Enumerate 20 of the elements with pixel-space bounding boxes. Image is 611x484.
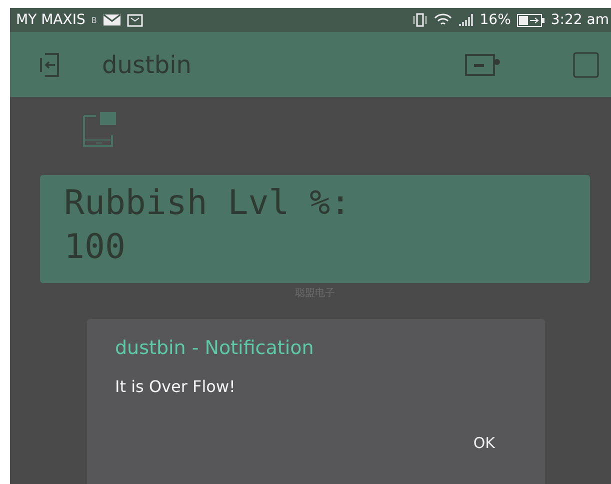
- signal-icon: [458, 13, 474, 27]
- mail-icon: [102, 14, 121, 26]
- battery-icon: [516, 14, 545, 26]
- lcd-text-line: Rubbish Lvl %:: [64, 182, 351, 225]
- dialog-title: dustbin - Notification: [115, 337, 314, 359]
- envelope-icon: [126, 14, 143, 26]
- ok-button[interactable]: OK: [465, 430, 503, 456]
- wifi-icon: [434, 13, 452, 27]
- status-letter: B: [91, 16, 97, 24]
- project-title: dustbin: [102, 50, 192, 78]
- dialog-message: It is Over Flow!: [115, 377, 236, 396]
- square-icon[interactable]: [573, 52, 599, 78]
- lcd-text-line: 100: [64, 226, 126, 269]
- device-icon[interactable]: [465, 52, 501, 76]
- carrier-name: MY MAXIS: [16, 12, 86, 28]
- clock-time: 3:22 am: [550, 12, 609, 28]
- battery-percent: 16%: [480, 12, 511, 28]
- vibrate-icon: [412, 13, 428, 27]
- exit-icon[interactable]: [38, 52, 62, 78]
- phone-icon: [82, 111, 118, 147]
